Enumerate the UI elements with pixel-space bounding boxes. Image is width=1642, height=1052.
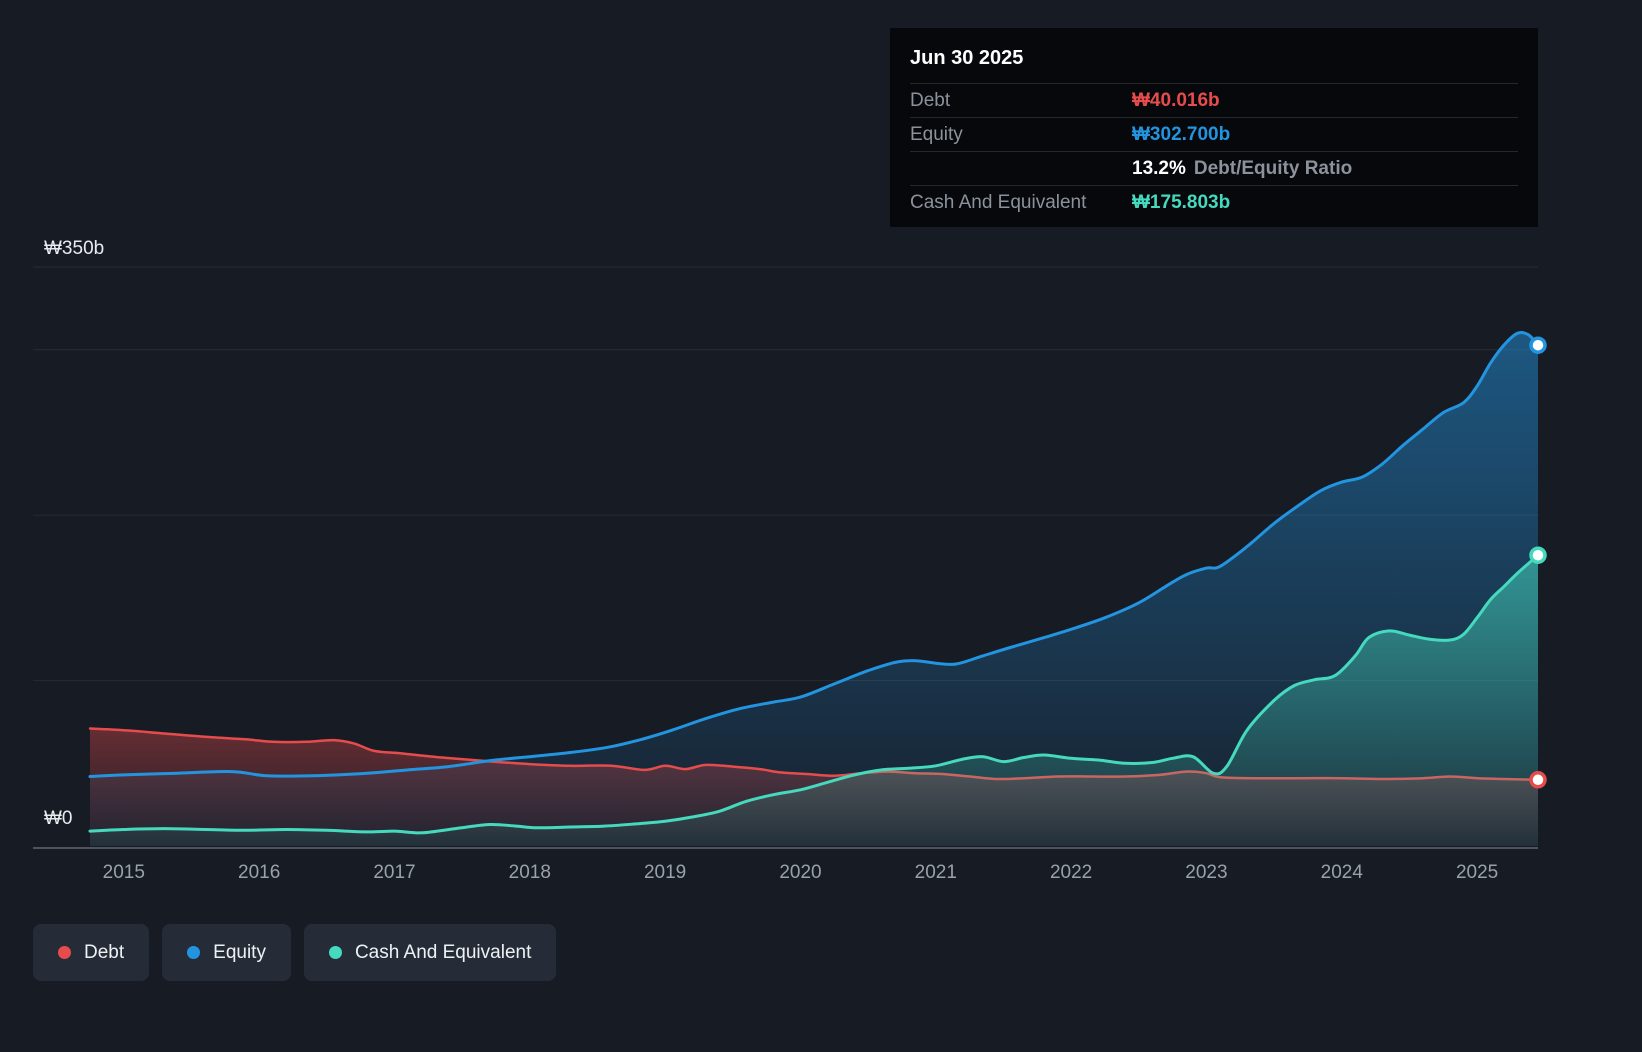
equity-series-dot [187,946,201,959]
equity-end-marker [1529,336,1547,354]
x-tick-2022: 2022 [1050,862,1092,883]
debt-series-dot [58,946,71,959]
financial-history-chart: 2015 2016 2017 2018 2019 2020 2021 2022 2023 2024… [0,0,1642,1052]
legend-label-debt: Debt [84,941,125,963]
x-tick-2017: 2017 [373,862,415,883]
x-tick-2024: 2024 [1321,862,1364,883]
tooltip-row-ratio: 13.2% Debt/Equity Ratio [910,152,1518,186]
tooltip-row-debt: Debt ₩40.016b [910,84,1518,118]
legend-label-cash: Cash And Equivalent [354,941,532,963]
legend-item-equity[interactable]: Equity [162,924,291,981]
tooltip-cash-label: Cash And Equivalent [910,191,1087,213]
y-axis-label-0: ₩0 [44,808,73,829]
x-tick-2020: 2020 [779,862,821,883]
tooltip-row-cash: Cash And Equivalent ₩175.803b [910,186,1518,219]
tooltip-cash-value: ₩175.803b [1132,191,1231,213]
x-tick-2016: 2016 [238,862,280,883]
tooltip-equity-value: ₩302.700b [1132,123,1231,145]
debt-end-marker [1529,771,1547,789]
x-tick-2015: 2015 [103,862,145,883]
cash-and-equivalent-end-marker [1529,546,1547,564]
tooltip-equity-label: Equity [910,123,963,145]
x-tick-2018: 2018 [509,862,551,883]
tooltip-row-equity: Equity ₩302.700b [910,118,1518,152]
x-tick-2023: 2023 [1185,862,1227,883]
x-tick-2021: 2021 [915,862,957,883]
legend-item-cash[interactable]: Cash And Equivalent [303,924,557,981]
chart-legend: Debt Equity Cash And Equivalent [33,924,557,981]
cash-series-dot [328,946,342,959]
x-tick-2019: 2019 [644,862,686,883]
legend-item-debt[interactable]: Debt [33,924,150,981]
tooltip-date: Jun 30 2025 [910,38,1518,84]
tooltip-debt-value: ₩40.016b [1132,89,1220,111]
y-axis-label-350b: ₩350b [44,238,105,259]
x-tick-2025: 2025 [1456,862,1498,883]
legend-label-equity: Equity [213,941,266,963]
tooltip-debt-label: Debt [910,89,951,111]
tooltip-ratio-value: 13.2% [1132,157,1186,179]
tooltip-ratio-label: Debt/Equity Ratio [1193,157,1353,179]
chart-tooltip: Jun 30 2025 Debt ₩40.016b Equity ₩302.70… [890,28,1538,227]
